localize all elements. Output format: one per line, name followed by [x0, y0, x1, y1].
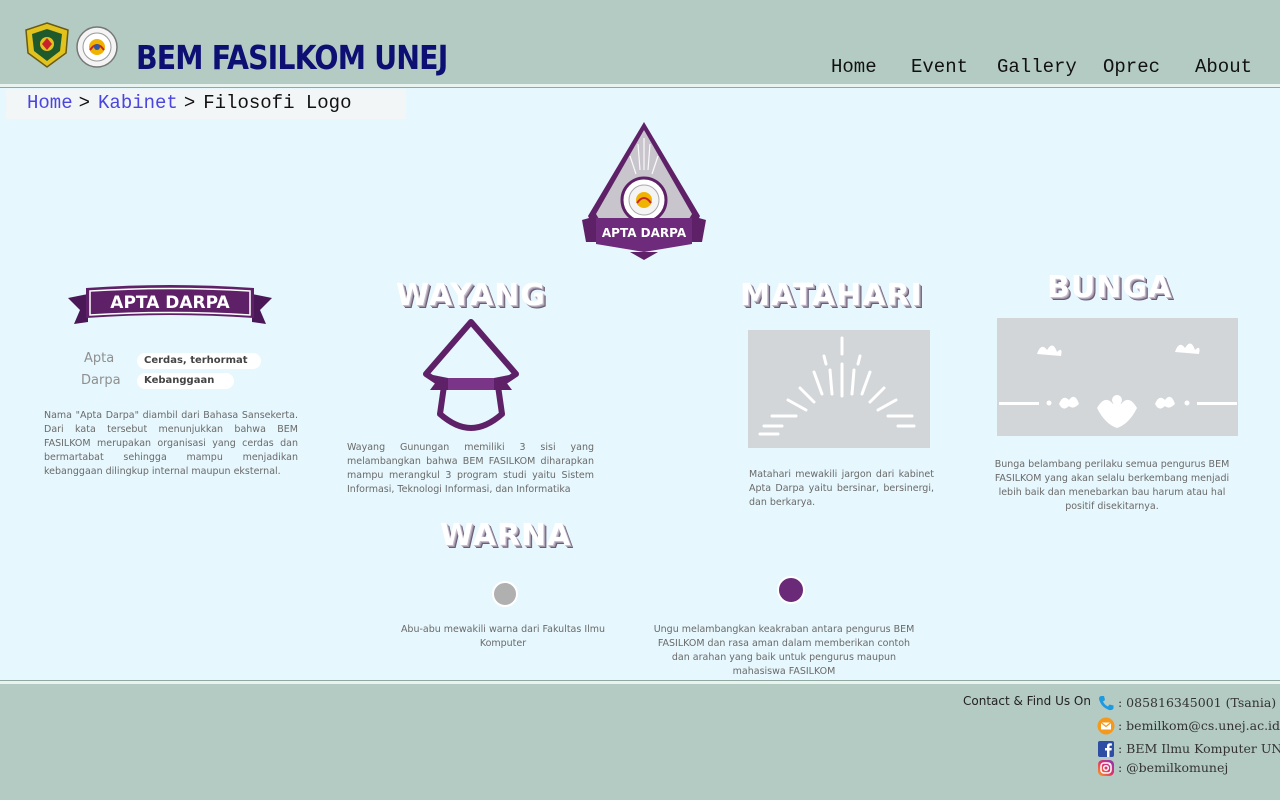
- nav-oprec[interactable]: Oprec: [1103, 56, 1160, 78]
- gray-swatch: [492, 581, 518, 607]
- breadcrumb-kabinet[interactable]: Kabinet: [98, 92, 178, 114]
- apta-key: Apta: [84, 351, 115, 366]
- gray-description: Abu-abu mewakili warna dari Fakultas Ilm…: [400, 624, 606, 649]
- breadcrumb-separator: >: [183, 92, 196, 114]
- contact-phone-text: : 085816345001 (Tsania): [1118, 695, 1277, 710]
- apta-darpa-ribbon: APTA DARPA: [68, 285, 272, 324]
- purple-description: Ungu melambangkan keakraban antara pengu…: [653, 624, 915, 677]
- contact-title: Contact & Find Us On: [963, 694, 1091, 708]
- instagram-icon: [1098, 759, 1114, 776]
- bunga-heading: BUNGA: [1047, 270, 1173, 305]
- bunga-description: Bunga belambang perilaku semua pengurus …: [994, 459, 1230, 512]
- matahari-icon: [748, 330, 930, 448]
- emblem-ribbon-text: APTA DARPA: [602, 226, 687, 240]
- matahari-description: Matahari mewakili jargon dari kabinet Ap…: [749, 469, 934, 508]
- contact-phone[interactable]: : 085816345001 (Tsania): [1097, 692, 1276, 712]
- wayang-heading: WAYANG: [396, 278, 546, 313]
- contact-instagram[interactable]: : @bemilkomunej: [1097, 757, 1228, 777]
- darpa-key: Darpa: [81, 373, 121, 388]
- contact-facebook[interactable]: : BEM Ilmu Komputer UNEJ: [1097, 738, 1280, 758]
- site-header: BEM FASILKOM UNEJ Home Event Gallery Opr…: [0, 0, 1280, 84]
- wayang-description: Wayang Gunungan memiliki 3 sisi yang mel…: [347, 442, 594, 495]
- contact-email[interactable]: : bemilkom@cs.unej.ac.id: [1097, 715, 1280, 735]
- darpa-value: Kebanggaan: [137, 373, 234, 389]
- contact-facebook-text: : BEM Ilmu Komputer UNEJ: [1118, 741, 1280, 756]
- main-nav: Home Event Gallery Oprec About: [0, 56, 1280, 78]
- apta-darpa-emblem: APTA DARPA: [582, 122, 706, 260]
- phone-icon: [1099, 695, 1114, 710]
- wayang-icon: [423, 319, 519, 431]
- apta-darpa-description: Nama "Apta Darpa" diambil dari Bahasa Sa…: [44, 410, 298, 477]
- warna-heading: WARNA: [440, 518, 572, 553]
- breadcrumb: Home > Kabinet > Filosofi Logo: [6, 89, 406, 119]
- breadcrumb-separator: >: [78, 92, 91, 114]
- apta-darpa-ribbon-text: APTA DARPA: [110, 293, 230, 313]
- bunga-icon: [997, 318, 1238, 436]
- nav-about[interactable]: About: [1195, 56, 1252, 78]
- apta-value: Cerdas, terhormat: [137, 353, 261, 369]
- email-icon: [1097, 717, 1115, 734]
- breadcrumb-current: Filosofi Logo: [203, 92, 352, 114]
- purple-swatch: [777, 576, 805, 604]
- header-divider: [0, 84, 1280, 88]
- nav-home[interactable]: Home: [831, 56, 877, 78]
- contact-email-text: : bemilkom@cs.unej.ac.id: [1118, 718, 1280, 733]
- nav-gallery[interactable]: Gallery: [997, 56, 1077, 78]
- breadcrumb-home[interactable]: Home: [27, 92, 73, 114]
- matahari-heading: MATAHARI: [740, 278, 923, 313]
- contact-instagram-text: : @bemilkomunej: [1118, 760, 1229, 775]
- facebook-icon: [1098, 740, 1114, 757]
- nav-event[interactable]: Event: [911, 56, 968, 78]
